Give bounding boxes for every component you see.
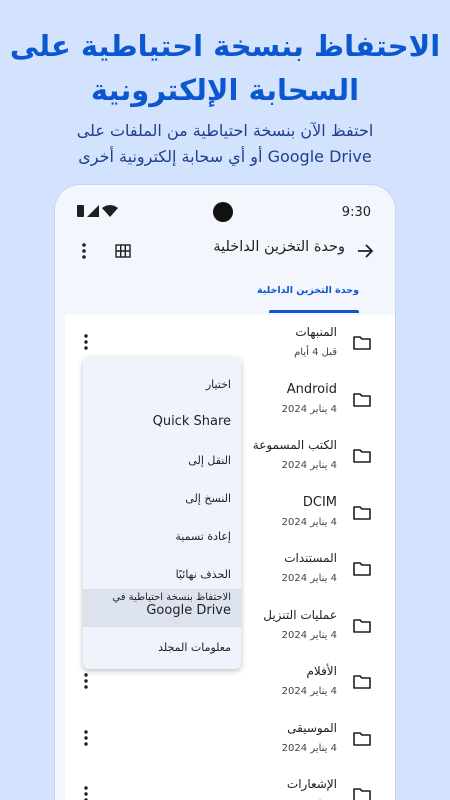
folder-name: الأفلام — [306, 664, 337, 678]
menu-item-label: الاحتفاظ بنسخة احتياطية في — [112, 592, 231, 603]
status-icons — [77, 205, 118, 217]
folder-date: 4 يناير 2024 — [281, 686, 337, 697]
menu-item-label: معلومات المجلد — [158, 641, 231, 654]
more-options-icon[interactable] — [81, 241, 87, 261]
folder-name: المستندات — [284, 551, 337, 565]
folder-row[interactable]: الإشعارات4 يناير 2024 — [65, 767, 395, 800]
folder-icon — [353, 562, 371, 576]
folder-date: 4 يناير 2024 — [281, 742, 337, 754]
promo-title-line2: السحابة الإلكترونية — [90, 73, 360, 107]
more-options-icon[interactable] — [83, 785, 89, 800]
menu-item-backup-google-drive[interactable]: الاحتفاظ بنسخة احتياطية في Google Drive — [83, 589, 241, 627]
menu-item-label: إعادة تسمية — [175, 530, 231, 543]
promo-subtitle-line2: Google Drive أو أي سحابة إلكترونية أخرى — [78, 147, 372, 166]
folder-name: DCIM — [302, 494, 337, 510]
folder-row[interactable]: الموسيقى 4 يناير 2024 — [65, 711, 395, 767]
tab-bar: وحدة التخزين الداخلية — [55, 275, 395, 313]
folder-icon — [353, 788, 371, 800]
more-options-icon[interactable] — [83, 729, 89, 747]
folder-date: 4 يناير 2024 — [281, 403, 337, 415]
status-time: 9:30 — [341, 205, 371, 220]
menu-item-label: اختيار — [205, 378, 231, 391]
folder-date: قبل 4 أيام — [294, 347, 337, 358]
menu-item-quick-share[interactable]: Quick Share — [83, 405, 241, 443]
tab-indicator — [269, 310, 359, 313]
menu-item-select[interactable]: اختيار — [83, 367, 241, 405]
menu-item-backup-target: Google Drive — [146, 603, 231, 618]
grid-view-icon[interactable] — [115, 243, 131, 259]
folder-icon — [353, 336, 371, 350]
folder-name: الموسيقى — [287, 720, 337, 735]
folder-icon — [353, 618, 371, 633]
back-arrow-icon[interactable] — [355, 241, 375, 261]
folder-icon — [353, 731, 371, 746]
folder-name: المنبهات — [295, 325, 337, 339]
signal-icon — [87, 205, 99, 217]
camera-cutout — [213, 202, 233, 222]
more-options-icon[interactable] — [83, 672, 89, 690]
promo-title-line1: الاحتفاظ بنسخة احتياطية على — [9, 29, 441, 63]
phone-frame: 9:30 وحدة التخزين الداخلية وحدة التخزين … — [54, 184, 396, 800]
promo-subtitle-line1: احتفظ الآن بنسخة احتياطية من الملفات على — [76, 121, 374, 140]
more-options-icon[interactable] — [83, 333, 89, 351]
folder-date: 4 يناير 2024 — [281, 629, 337, 641]
menu-item-move-to[interactable]: النقل إلى — [83, 443, 241, 481]
menu-item-rename[interactable]: إعادة تسمية — [83, 519, 241, 557]
menu-item-label: النسخ إلى — [185, 492, 231, 505]
folder-icon — [353, 675, 371, 689]
menu-item-label: النقل إلى — [188, 454, 231, 467]
folder-name: عمليات التنزيل — [263, 607, 337, 622]
folder-icon — [353, 505, 371, 520]
folder-name: الكتب المسموعة — [252, 438, 337, 452]
menu-item-label: Quick Share — [152, 414, 231, 429]
promo-subtitle: احتفظ الآن بنسخة احتياطية من الملفات على… — [0, 118, 450, 170]
folder-name: الإشعارات — [286, 777, 337, 791]
folder-name: Android — [286, 381, 337, 397]
page-title: وحدة التخزين الداخلية — [213, 239, 345, 255]
context-menu: اختيار Quick Share النقل إلى النسخ إلى إ… — [83, 357, 241, 669]
app-bar: وحدة التخزين الداخلية — [55, 231, 395, 271]
folder-date: 4 يناير 2024 — [281, 573, 337, 584]
menu-item-folder-info[interactable]: معلومات المجلد — [83, 633, 241, 669]
wifi-icon — [102, 205, 118, 217]
tab-internal-storage[interactable]: وحدة التخزين الداخلية — [257, 285, 359, 296]
battery-icon — [77, 205, 84, 217]
menu-item-label: الحذف نهائيًا — [175, 568, 231, 581]
folder-icon — [353, 449, 371, 463]
folder-date: 4 يناير 2024 — [281, 516, 337, 528]
promo-title: الاحتفاظ بنسخة احتياطية على السحابة الإل… — [0, 24, 450, 112]
menu-item-copy-to[interactable]: النسخ إلى — [83, 481, 241, 519]
folder-icon — [353, 392, 371, 407]
folder-date: 4 يناير 2024 — [281, 460, 337, 471]
